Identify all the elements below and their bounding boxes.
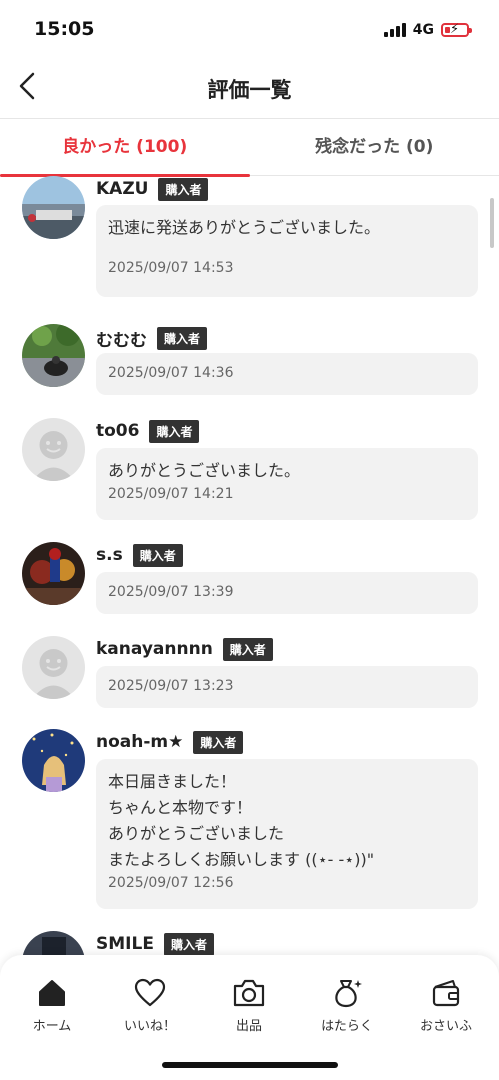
user-avatar[interactable] [22,729,85,792]
camera-icon [204,977,294,1009]
review-bubble: 2025/09/07 13:39 [96,572,478,614]
review-timestamp: 2025/09/07 14:36 [108,365,234,381]
username-row: to06 購入者 [96,419,200,443]
username-row: SMILE 購入者 [96,932,214,956]
nav-sell[interactable]: 出品 [204,977,294,1034]
home-icon [7,977,97,1009]
review-timestamp: 2025/09/07 13:39 [108,584,234,600]
user-avatar[interactable] [22,418,85,481]
buyer-badge: 購入者 [157,326,208,350]
nav-label: おさいふ [419,1019,472,1034]
status-time: 15:05 [34,18,95,40]
username-row: noah-m★ 購入者 [96,730,244,754]
money-bag-icon [302,977,392,1009]
user-avatar[interactable] [22,636,85,699]
header: 評価一覧 [0,56,499,118]
review-bubble: ありがとうございました。 2025/09/07 14:21 [96,448,478,520]
username-row: KAZU 購入者 [96,177,209,201]
nav-label: はたらく [321,1019,373,1034]
review-bubble: 迅速に発送ありがとうございました。 2025/09/07 14:53 [96,205,478,297]
nav-likes[interactable]: いいね！ [105,977,195,1034]
username-row: kanayannnn 購入者 [96,637,273,661]
username[interactable]: noah-m★ [96,732,183,752]
review-bubble: 2025/09/07 14:36 [96,353,478,395]
nav-label: いいね！ [123,1019,176,1034]
tab-bad[interactable]: 残念だった (0) [250,119,499,175]
network-type: 4G [412,22,434,38]
username-row: s.s 購入者 [96,543,183,567]
username[interactable]: kanayannnn [96,639,213,659]
review-timestamp: 2025/09/07 12:56 [108,875,234,891]
review-list[interactable]: KAZU 購入者 迅速に発送ありがとうございました。 2025/09/07 14… [0,176,499,956]
buyer-badge: 購入者 [222,637,273,661]
nav-wallet[interactable]: おさいふ [401,977,491,1034]
review-comment: 本日届きました！ ちゃんと本物です！ ありがとうございました またよろしくお願い… [108,772,375,869]
nav-work[interactable]: はたらく [302,977,392,1034]
buyer-badge: 購入者 [132,543,183,567]
user-avatar[interactable] [22,542,85,605]
tab-good[interactable]: 良かった (100) [0,119,250,175]
username-row: むむむ 購入者 [96,326,208,351]
heart-icon [105,977,195,1009]
review-bubble: 本日届きました！ ちゃんと本物です！ ありがとうございました またよろしくお願い… [96,759,478,909]
buyer-badge: 購入者 [158,177,209,201]
status-bar: 15:05 4G ⚡ [0,0,499,56]
signal-icon [383,23,406,37]
user-avatar[interactable] [22,324,85,387]
review-bubble: 2025/09/07 13:23 [96,666,478,708]
buyer-badge: 購入者 [149,419,200,443]
review-timestamp: 2025/09/07 13:23 [108,678,234,694]
username[interactable]: SMILE [96,934,154,954]
username[interactable]: KAZU [96,179,148,199]
page-title: 評価一覧 [207,78,292,102]
review-tabs: 良かった (100) 残念だった (0) [0,118,499,177]
review-timestamp: 2025/09/07 14:21 [108,486,234,502]
buyer-badge: 購入者 [163,932,214,956]
buyer-badge: 購入者 [193,730,244,754]
nav-label: 出品 [235,1019,262,1034]
username[interactable]: to06 [96,421,139,441]
nav-label: ホーム [32,1019,72,1034]
status-indicators: 4G ⚡ [383,22,472,38]
user-avatar[interactable] [22,176,85,239]
review-timestamp: 2025/09/07 14:53 [108,260,234,276]
home-indicator [162,1062,338,1068]
wallet-icon [401,977,491,1009]
review-comment: 迅速に発送ありがとうございました。 [108,218,381,237]
review-comment: ありがとうございました。 [108,461,301,480]
battery-icon: ⚡ [441,22,472,37]
username[interactable]: s.s [96,545,123,565]
username[interactable]: むむむ [96,326,147,351]
scrollbar[interactable] [490,198,494,248]
user-avatar[interactable] [22,931,85,956]
nav-home[interactable]: ホーム [7,977,97,1034]
